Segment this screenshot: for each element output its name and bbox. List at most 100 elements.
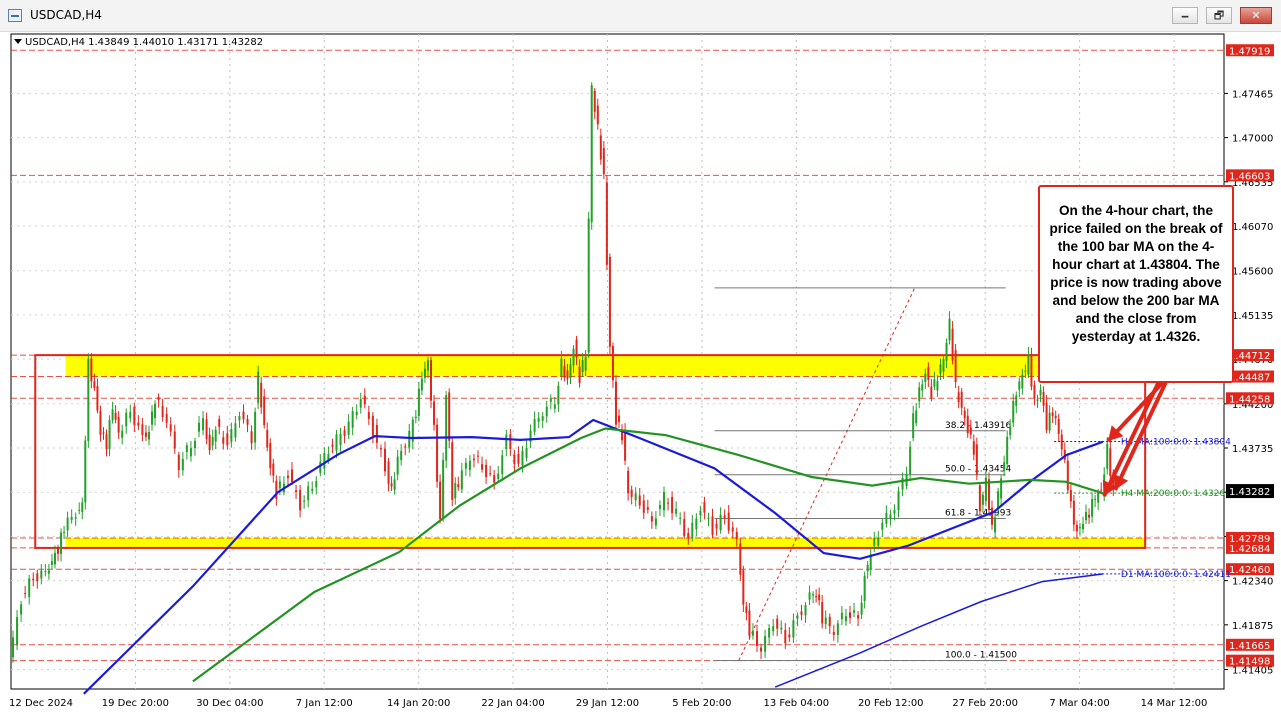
- candle-body: [695, 518, 698, 530]
- candle-body: [423, 368, 426, 378]
- candle-body: [351, 411, 354, 428]
- candle-body: [853, 610, 856, 613]
- candle-body: [948, 318, 951, 341]
- candle-body: [144, 432, 147, 437]
- candle-body: [981, 494, 984, 505]
- candle-body: [921, 384, 924, 391]
- candle-body: [909, 446, 912, 475]
- time-axis-label: 29 Jan 12:00: [576, 698, 639, 709]
- candle-body: [587, 218, 590, 353]
- candle-body: [687, 532, 690, 538]
- candle-body: [433, 401, 436, 425]
- candle-body: [129, 411, 132, 419]
- chart-header: USDCAD,H4 1.43849 1.44010 1.43171 1.4328…: [25, 37, 263, 48]
- price-level-label: 1.46603: [1229, 171, 1270, 182]
- candle-body: [1024, 370, 1027, 372]
- candle-body: [442, 459, 445, 518]
- candle-body: [420, 378, 423, 391]
- candle-body: [238, 416, 241, 421]
- candle-body: [331, 444, 334, 447]
- candle-body: [177, 454, 180, 471]
- candle-body: [74, 517, 77, 519]
- moving-average-label: H4 MA:200:0:0: 1.43260: [1121, 489, 1231, 499]
- candle-body: [161, 405, 164, 417]
- price-level-label: 1.42460: [1229, 565, 1270, 576]
- time-axis-label: 13 Feb 04:00: [764, 698, 830, 709]
- price-chart-area[interactable]: 12 Dec 2024 19 Dec 20:00 30 Dec 04:00 7 Jan…: [0, 31, 1281, 721]
- candle-body: [185, 445, 188, 452]
- candle-body: [1069, 490, 1072, 502]
- candle-body: [218, 419, 221, 427]
- candle-body: [157, 397, 160, 401]
- candle-body: [942, 358, 945, 372]
- candle-body: [1033, 385, 1036, 399]
- title-bar[interactable]: USDCAD,H4 🗕 🗗 ✕: [0, 0, 1281, 32]
- time-axis-label: 20 Feb 12:00: [858, 698, 924, 709]
- candle-body: [266, 429, 269, 448]
- candle-body: [477, 455, 480, 457]
- candle-body: [711, 516, 714, 535]
- candle-body: [945, 342, 948, 361]
- candle-body: [269, 443, 272, 469]
- candle-body: [755, 631, 758, 646]
- candle-body: [991, 507, 994, 525]
- candle-body: [1100, 489, 1103, 491]
- maximize-button[interactable]: 🗗: [1206, 7, 1232, 24]
- candle-body: [608, 256, 611, 347]
- candle-body: [1057, 419, 1060, 435]
- candle-body: [863, 575, 866, 602]
- candle-body: [1006, 436, 1009, 465]
- candle-body: [307, 486, 310, 501]
- candle-body: [28, 578, 31, 597]
- candle-body: [703, 502, 706, 513]
- candle-body: [885, 512, 888, 524]
- candle-body: [417, 388, 420, 417]
- candle-body: [650, 516, 653, 522]
- candle-body: [457, 484, 460, 488]
- candle-body: [291, 469, 294, 482]
- price-tick-label: 1.45135: [1232, 311, 1273, 322]
- candle-body: [646, 507, 649, 510]
- candle-body: [278, 481, 281, 489]
- candle-body: [408, 430, 411, 448]
- current-price-label: 1.43282: [1229, 487, 1270, 498]
- candle-body: [1075, 524, 1078, 532]
- candle-body: [44, 571, 47, 573]
- candle-body: [60, 532, 63, 554]
- candle-body: [1097, 492, 1100, 503]
- candle-body: [739, 543, 742, 575]
- candle-body: [335, 434, 338, 451]
- price-level-label: 1.41498: [1229, 657, 1270, 668]
- candle-body: [141, 424, 144, 436]
- price-level-label: 1.44712: [1229, 351, 1270, 362]
- candle-body: [1066, 460, 1069, 491]
- candle-body: [966, 415, 969, 434]
- candle-body: [844, 616, 847, 622]
- candle-body: [464, 462, 467, 469]
- candle-body: [108, 420, 111, 450]
- candle-body: [414, 416, 417, 419]
- price-level-label: 1.41665: [1229, 641, 1270, 652]
- candle-body: [90, 358, 93, 382]
- candle-body: [667, 502, 670, 504]
- candle-body: [84, 440, 87, 503]
- candle-body: [691, 522, 694, 539]
- candle-body: [137, 422, 140, 426]
- candle-body: [1088, 514, 1091, 518]
- candle-body: [1045, 402, 1048, 431]
- candle-body: [933, 379, 936, 387]
- candle-body: [299, 489, 302, 511]
- candle-body: [1085, 512, 1088, 521]
- price-tick-label: 1.47465: [1232, 89, 1273, 100]
- candle-body: [1060, 434, 1063, 450]
- candle-body: [1072, 500, 1075, 525]
- candle-body: [951, 328, 954, 361]
- candle-body: [748, 610, 751, 636]
- candle-body: [20, 604, 23, 615]
- close-button[interactable]: ✕: [1240, 7, 1272, 24]
- price-tick-label: 1.42340: [1232, 577, 1273, 588]
- candle-body: [751, 630, 754, 636]
- candle-body: [918, 387, 921, 402]
- candle-body: [987, 479, 990, 510]
- minimize-button[interactable]: 🗕: [1172, 7, 1198, 24]
